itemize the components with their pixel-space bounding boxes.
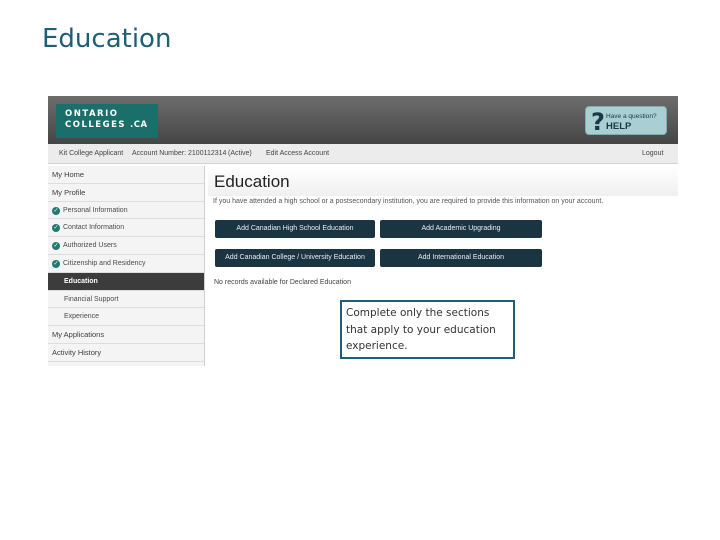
sidebar-item-personal-information[interactable]: ✓ Personal Information xyxy=(48,202,204,220)
sidebar-item-authorized-users[interactable]: ✓ Authorized Users xyxy=(48,237,204,255)
sidebar-item-my-applications[interactable]: My Applications xyxy=(48,326,204,344)
sidebar-item-label: Contact Information xyxy=(63,224,125,232)
account-status: (Active) xyxy=(228,150,252,157)
no-records-message: No records available for Declared Educat… xyxy=(214,279,351,286)
help-button[interactable]: ? Have a question? HELP xyxy=(585,106,667,136)
logout-link[interactable]: Logout xyxy=(642,144,663,163)
site-header: ONTARIO COLLEGES .CA ? Have a question? … xyxy=(48,96,678,144)
sidebar-item-label: My Home xyxy=(52,170,85,179)
intro-text: If you have attended a high school or a … xyxy=(213,198,604,205)
sidebar-item-label: Experience xyxy=(64,313,100,321)
check-icon: ✓ xyxy=(52,242,60,251)
logo-line1: ONTARIO xyxy=(65,109,119,119)
add-academic-upgrading-button[interactable]: Add Academic Upgrading xyxy=(380,220,542,238)
sidebar-item-label: Authorized Users xyxy=(63,242,117,250)
page-title: Education xyxy=(214,172,290,191)
sidebar-item-my-profile[interactable]: My Profile xyxy=(48,184,204,202)
sidebar-item-financial-support[interactable]: Financial Support xyxy=(48,291,204,309)
sidebar-item-citizenship[interactable]: ✓ Citizenship and Residency xyxy=(48,255,204,273)
sidebar-item-label: Citizenship and Residency xyxy=(63,259,146,267)
sidebar-item-label: Personal Information xyxy=(63,206,128,214)
callout-note: Complete only the sections that apply to… xyxy=(340,300,515,359)
check-icon: ✓ xyxy=(52,259,60,268)
edit-account-link[interactable]: Edit Access Account xyxy=(266,144,329,163)
account-user: Kit College Applicant xyxy=(59,150,124,157)
sidebar-item-label: Financial Support xyxy=(64,295,119,303)
check-icon: ✓ xyxy=(52,224,60,233)
help-label: HELP xyxy=(606,121,632,132)
add-high-school-button[interactable]: Add Canadian High School Education xyxy=(215,220,375,238)
add-international-button[interactable]: Add International Education xyxy=(380,249,542,267)
check-icon: ✓ xyxy=(52,206,60,215)
add-college-university-button[interactable]: Add Canadian College / University Educat… xyxy=(215,249,375,267)
logo-suffix: .CA xyxy=(130,120,148,130)
sidebar-item-label: My Applications xyxy=(52,330,105,340)
account-number: Account Number: 2100112314 xyxy=(132,150,227,157)
sidebar-item-my-home[interactable]: My Home xyxy=(48,166,204,184)
account-bar: Kit College Applicant Account Number: 21… xyxy=(48,144,678,164)
sidebar: My Home My Profile ✓ Personal Information… xyxy=(48,166,205,366)
sidebar-item-experience[interactable]: Experience xyxy=(48,308,204,327)
sidebar-item-label: My Profile xyxy=(52,187,86,197)
ontario-colleges-logo[interactable]: ONTARIO COLLEGES .CA xyxy=(56,104,158,138)
sidebar-item-label: Activity History xyxy=(52,347,102,357)
slide-title: Education xyxy=(42,24,172,54)
help-caption: Have a question? xyxy=(606,113,657,120)
question-mark-icon: ? xyxy=(591,108,605,136)
sidebar-item-activity-history[interactable]: Activity History xyxy=(48,344,204,362)
sidebar-item-contact-information[interactable]: ✓ Contact Information xyxy=(48,219,204,238)
sidebar-item-label: Education xyxy=(64,277,98,285)
sidebar-item-education[interactable]: Education xyxy=(48,272,204,291)
